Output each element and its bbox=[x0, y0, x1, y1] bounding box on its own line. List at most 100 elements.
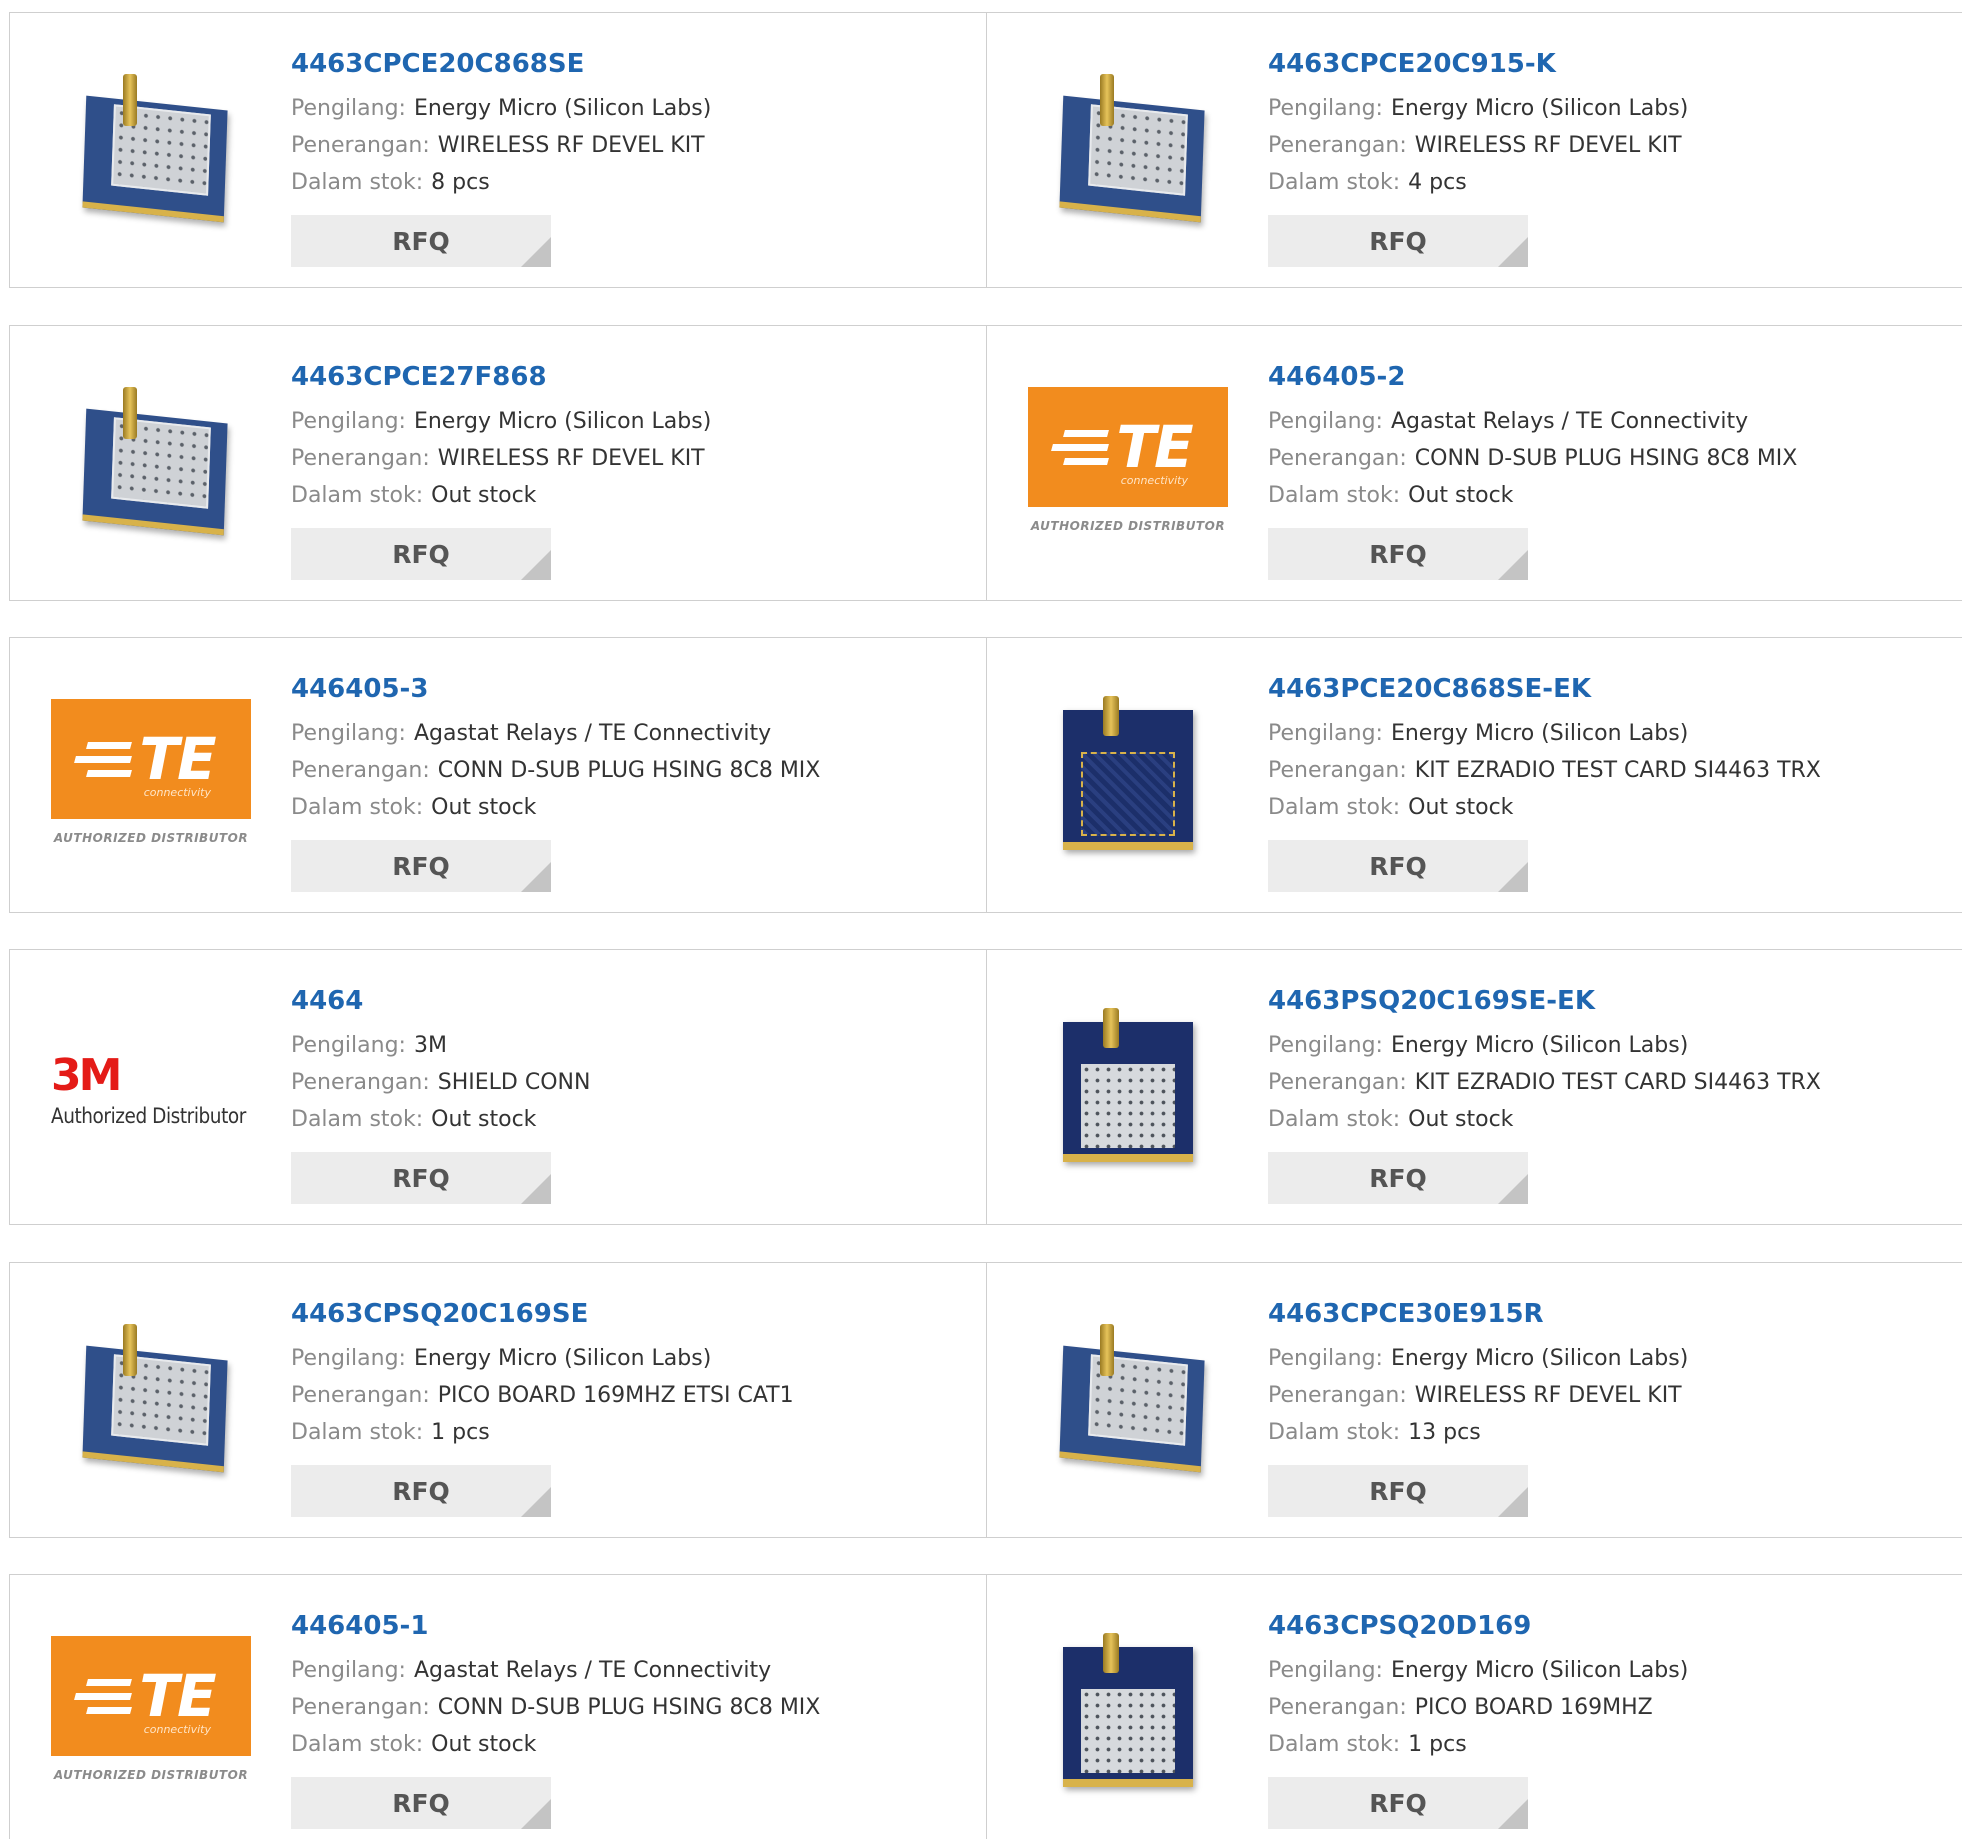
rfq-button[interactable]: RFQ bbox=[1268, 1777, 1528, 1829]
product-card: 4463CPCE20C868SE Pengilang: Energy Micro … bbox=[9, 12, 999, 288]
product-image[interactable] bbox=[1028, 54, 1228, 254]
manufacturer-label: Pengilang: bbox=[291, 721, 406, 746]
rfq-button[interactable]: RFQ bbox=[1268, 215, 1528, 267]
stock-label: Dalam stok: bbox=[291, 1420, 424, 1445]
rfq-button[interactable]: RFQ bbox=[291, 215, 551, 267]
stock-row: Dalam stok: Out stock bbox=[291, 477, 981, 514]
corner-triangle-icon bbox=[1498, 862, 1528, 892]
product-image[interactable]: TE connectivity AUTHORIZED DISTRIBUTOR bbox=[51, 1616, 251, 1816]
stock-row: Dalam stok: Out stock bbox=[291, 1101, 981, 1138]
part-number-link[interactable]: 4463CPCE20C915-K bbox=[1268, 46, 1958, 82]
3m-logo: 3M Authorized Distributor bbox=[51, 1031, 251, 1151]
rf-module-photo bbox=[61, 377, 241, 557]
stock-value: Out stock bbox=[1408, 795, 1514, 820]
description-row: Penerangan: PICO BOARD 169MHZ ETSI CAT1 bbox=[291, 1377, 981, 1414]
product-image[interactable] bbox=[1028, 679, 1228, 879]
stock-row: Dalam stok: Out stock bbox=[1268, 477, 1958, 514]
rfq-button[interactable]: RFQ bbox=[1268, 840, 1528, 892]
product-card: 4463CPSQ20D169 Pengilang: Energy Micro (S… bbox=[986, 1574, 1962, 1839]
stock-value: Out stock bbox=[431, 1732, 537, 1757]
antenna-connector-icon bbox=[1103, 1008, 1119, 1048]
pcb-traces bbox=[1081, 752, 1175, 836]
te-logo-box: TE connectivity bbox=[51, 1636, 251, 1756]
manufacturer-value: Agastat Relays / TE Connectivity bbox=[1390, 409, 1749, 434]
te-logo-subtext: connectivity bbox=[1120, 474, 1188, 487]
manufacturer-label: Pengilang: bbox=[291, 96, 406, 121]
description-row: Penerangan: PICO BOARD 169MHZ bbox=[1268, 1689, 1958, 1726]
stock-row: Dalam stok: Out stock bbox=[1268, 789, 1958, 826]
part-number-link[interactable]: 446405-2 bbox=[1268, 359, 1958, 395]
stock-row: Dalam stok: 4 pcs bbox=[1268, 164, 1958, 201]
antenna-connector-icon bbox=[123, 1324, 137, 1376]
part-number-link[interactable]: 4463CPSQ20C169SE bbox=[291, 1296, 981, 1332]
product-image[interactable]: TE connectivity AUTHORIZED DISTRIBUTOR bbox=[51, 679, 251, 879]
product-info: 4463PSQ20C169SE-EK Pengilang: Energy Micr… bbox=[1268, 983, 1958, 1138]
part-number-link[interactable]: 4463PSQ20C169SE-EK bbox=[1268, 983, 1958, 1019]
product-card: TE connectivity AUTHORIZED DISTRIBUTOR 446… bbox=[986, 325, 1962, 601]
product-card: TE connectivity AUTHORIZED DISTRIBUTOR 446… bbox=[9, 1574, 999, 1839]
product-info: 4463CPSQ20C169SE Pengilang: Energy Micro … bbox=[291, 1296, 981, 1451]
description-value: CONN D-SUB PLUG HSING 8C8 MIX bbox=[437, 758, 821, 783]
part-number-link[interactable]: 4464 bbox=[291, 983, 981, 1019]
rfq-button[interactable]: RFQ bbox=[291, 528, 551, 580]
description-row: Penerangan: WIRELESS RF DEVEL KIT bbox=[1268, 127, 1958, 164]
manufacturer-label: Pengilang: bbox=[1268, 1033, 1383, 1058]
te-connectivity-logo: TE connectivity AUTHORIZED DISTRIBUTOR bbox=[51, 699, 251, 859]
product-info: 4464 Pengilang: 3M Penerangan: SHIELD CONN… bbox=[291, 983, 981, 1138]
description-label: Penerangan: bbox=[291, 1070, 430, 1095]
rfq-button[interactable]: RFQ bbox=[1268, 1152, 1528, 1204]
te-logo-text: TE bbox=[1116, 413, 1193, 481]
part-number-link[interactable]: 446405-3 bbox=[291, 671, 981, 707]
description-label: Penerangan: bbox=[1268, 758, 1407, 783]
description-label: Penerangan: bbox=[1268, 1695, 1407, 1720]
stock-value: 1 pcs bbox=[431, 1420, 490, 1445]
part-number-link[interactable]: 4463PCE20C868SE-EK bbox=[1268, 671, 1958, 707]
part-number-link[interactable]: 4463CPSQ20D169 bbox=[1268, 1608, 1958, 1644]
stock-label: Dalam stok: bbox=[1268, 170, 1401, 195]
stock-value: Out stock bbox=[431, 483, 537, 508]
manufacturer-row: Pengilang: Energy Micro (Silicon Labs) bbox=[291, 1340, 981, 1377]
rfq-button[interactable]: RFQ bbox=[1268, 1465, 1528, 1517]
rfq-button[interactable]: RFQ bbox=[291, 1777, 551, 1829]
part-number-link[interactable]: 4463CPCE27F868 bbox=[291, 359, 981, 395]
rfq-button[interactable]: RFQ bbox=[291, 1465, 551, 1517]
description-label: Penerangan: bbox=[291, 133, 430, 158]
product-info: 446405-2 Pengilang: Agastat Relays / TE C… bbox=[1268, 359, 1958, 514]
manufacturer-row: Pengilang: Energy Micro (Silicon Labs) bbox=[291, 403, 981, 440]
product-grid: 4463CPCE20C868SE Pengilang: Energy Micro … bbox=[0, 0, 1962, 1839]
product-image[interactable]: 3M Authorized Distributor bbox=[51, 991, 251, 1191]
rfq-button[interactable]: RFQ bbox=[291, 840, 551, 892]
product-card: 4463CPCE30E915R Pengilang: Energy Micro (… bbox=[986, 1262, 1962, 1538]
part-number-link[interactable]: 4463CPCE20C868SE bbox=[291, 46, 981, 82]
product-image[interactable] bbox=[51, 1304, 251, 1504]
manufacturer-value: Energy Micro (Silicon Labs) bbox=[1390, 1346, 1689, 1371]
corner-triangle-icon bbox=[1498, 1487, 1528, 1517]
corner-triangle-icon bbox=[521, 1487, 551, 1517]
manufacturer-value: Agastat Relays / TE Connectivity bbox=[413, 1658, 772, 1683]
description-value: WIRELESS RF DEVEL KIT bbox=[437, 446, 705, 471]
product-image[interactable]: TE connectivity AUTHORIZED DISTRIBUTOR bbox=[1028, 367, 1228, 567]
part-number-link[interactable]: 446405-1 bbox=[291, 1608, 981, 1644]
rfq-button[interactable]: RFQ bbox=[1268, 528, 1528, 580]
product-card: 4463PCE20C868SE-EK Pengilang: Energy Micr… bbox=[986, 637, 1962, 913]
description-row: Penerangan: WIRELESS RF DEVEL KIT bbox=[291, 440, 981, 477]
rfq-button[interactable]: RFQ bbox=[291, 1152, 551, 1204]
stock-value: 8 pcs bbox=[431, 170, 490, 195]
stock-row: Dalam stok: 1 pcs bbox=[1268, 1726, 1958, 1763]
rfq-label: RFQ bbox=[1369, 226, 1427, 256]
description-label: Penerangan: bbox=[291, 1383, 430, 1408]
product-image[interactable] bbox=[51, 367, 251, 567]
rf-shield bbox=[1081, 1064, 1175, 1148]
product-image[interactable] bbox=[1028, 1304, 1228, 1504]
product-image[interactable] bbox=[51, 54, 251, 254]
part-number-link[interactable]: 4463CPCE30E915R bbox=[1268, 1296, 1958, 1332]
manufacturer-label: Pengilang: bbox=[291, 1658, 406, 1683]
product-image[interactable] bbox=[1028, 1616, 1228, 1816]
product-card: 3M Authorized Distributor 4464 Pengilang:… bbox=[9, 949, 999, 1225]
product-image[interactable] bbox=[1028, 991, 1228, 1191]
product-info: 4463CPCE27F868 Pengilang: Energy Micro (S… bbox=[291, 359, 981, 514]
stock-row: Dalam stok: Out stock bbox=[1268, 1101, 1958, 1138]
product-card: 4463CPCE27F868 Pengilang: Energy Micro (S… bbox=[9, 325, 999, 601]
rfq-label: RFQ bbox=[392, 539, 450, 569]
manufacturer-value: Energy Micro (Silicon Labs) bbox=[1390, 96, 1689, 121]
